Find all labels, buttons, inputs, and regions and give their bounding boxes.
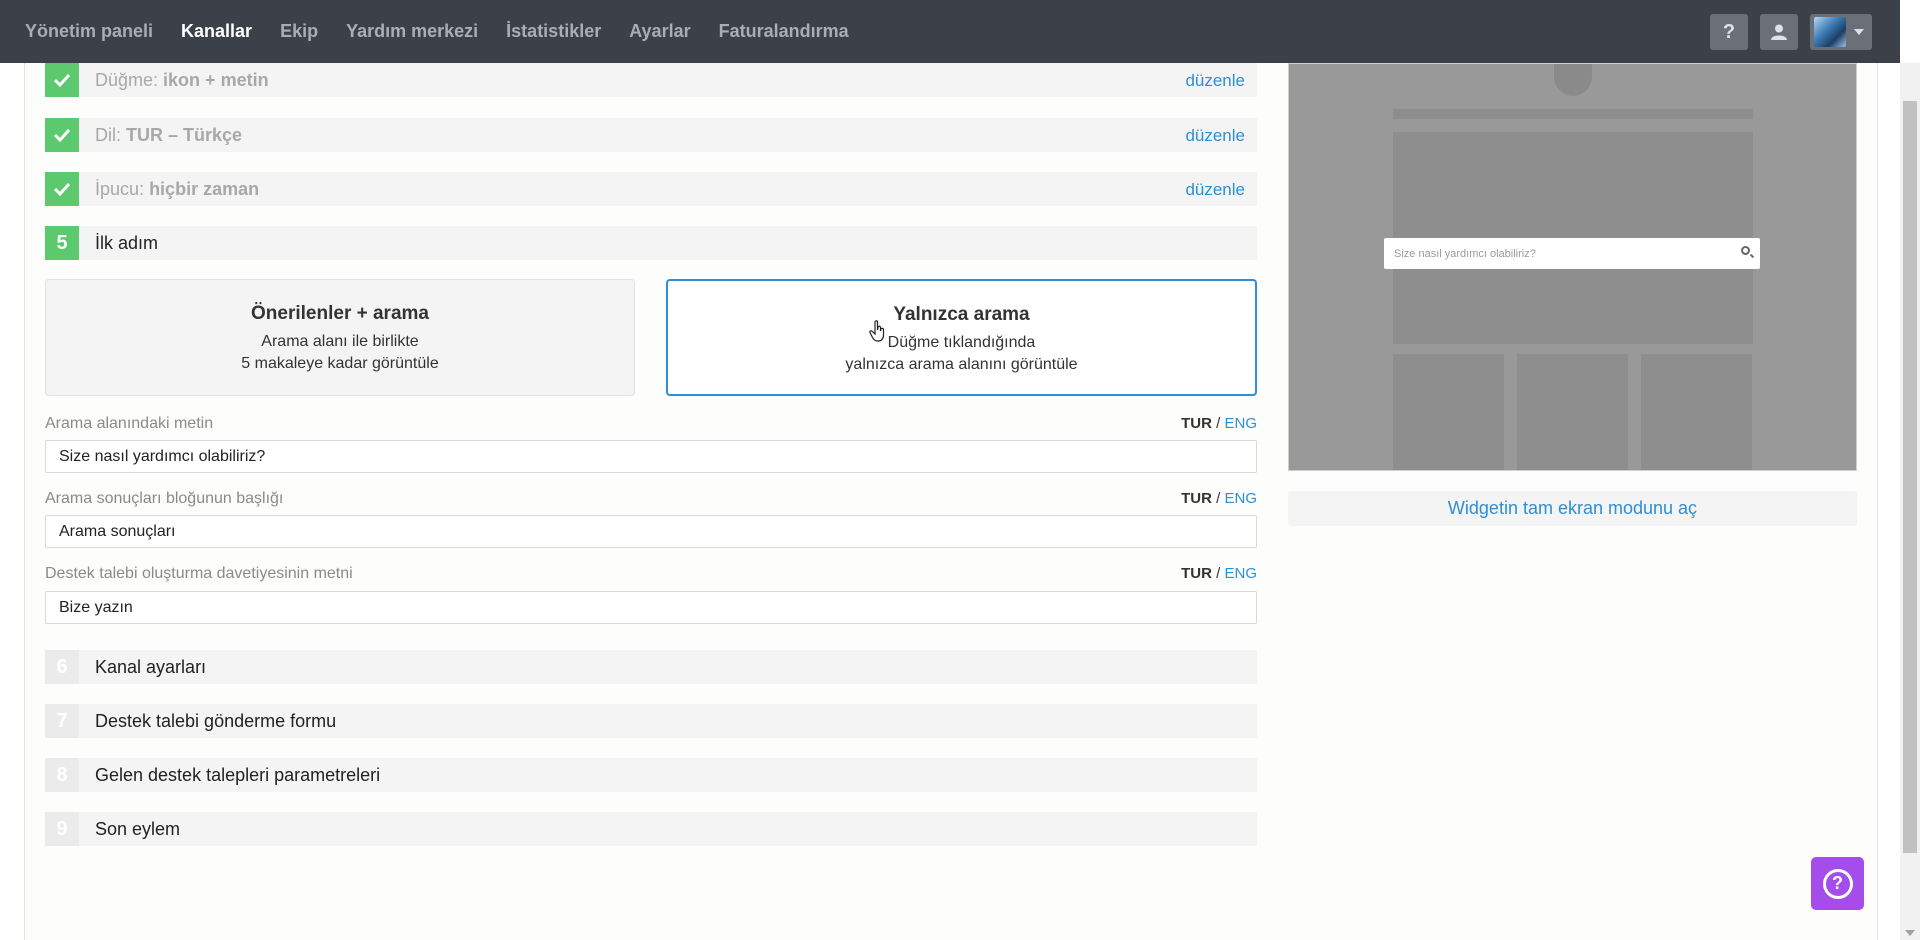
- step-number-badge: 9: [45, 812, 79, 846]
- hand-cursor-icon: [869, 320, 885, 342]
- nav-help-center[interactable]: Yardım merkezi: [346, 21, 478, 42]
- step-language: Dil: TUR – Türkçe düzenle: [45, 118, 1257, 152]
- top-actions: ?: [1710, 14, 1872, 50]
- preview-tile: [1641, 354, 1752, 470]
- results-title-input[interactable]: [45, 515, 1257, 548]
- step-title: Son eylem: [95, 818, 181, 839]
- page-scrollbar[interactable]: [1900, 63, 1920, 940]
- field-label: Arama sonuçları bloğunun başlığı: [45, 490, 284, 507]
- step-button-type: Düğme: ikon + metin düzenle: [45, 63, 1257, 97]
- nav-settings[interactable]: Ayarlar: [629, 21, 690, 42]
- step-done-badge: [45, 118, 79, 152]
- step-summary: Dil: TUR – Türkçe: [95, 124, 243, 145]
- language-switch: TUR / ENG: [1181, 490, 1257, 507]
- check-icon: [53, 182, 71, 196]
- question-icon: ?: [1822, 868, 1853, 899]
- step-title: Gelen destek talepleri parametreleri: [95, 764, 381, 785]
- ticket-invite-text-input[interactable]: [45, 591, 1257, 624]
- nav-team[interactable]: Ekip: [280, 21, 318, 42]
- option-description: Düğme tıklandığında yalnızca arama alanı…: [845, 334, 1078, 373]
- option-suggestions-search[interactable]: Önerilenler + arama Arama alanı ile birl…: [45, 279, 635, 396]
- preview-header-placeholder: [1393, 109, 1753, 119]
- step-number-badge: 6: [45, 650, 79, 684]
- step-number-badge: 5: [45, 226, 79, 260]
- option-description: Arama alanı ile birlikte 5 makaleye kada…: [241, 333, 439, 372]
- edit-link[interactable]: düzenle: [1185, 180, 1245, 200]
- check-icon: [53, 128, 71, 142]
- preview-tile: [1517, 354, 1628, 470]
- user-icon: [1771, 24, 1787, 40]
- preview-tile: [1393, 354, 1504, 470]
- preview-search-box: Size nasıl yardımcı olabiliriz?: [1384, 238, 1760, 269]
- step-number-badge: 7: [45, 704, 79, 738]
- step-channel-settings[interactable]: 6 Kanal ayarları: [45, 650, 1257, 684]
- nav-statistics[interactable]: İstatistikler: [506, 21, 601, 42]
- step-incoming-params[interactable]: 8 Gelen destek talepleri parametreleri: [45, 758, 1257, 792]
- edit-link[interactable]: düzenle: [1185, 71, 1245, 91]
- chevron-down-icon: [1854, 29, 1864, 35]
- step-ticket-form[interactable]: 7 Destek talebi gönderme formu: [45, 704, 1257, 738]
- step-summary: İpucu: hiçbir zaman: [95, 178, 260, 199]
- question-icon: ?: [1722, 20, 1736, 43]
- step-title: İlk adım: [95, 232, 159, 253]
- step-final-action[interactable]: 9 Son eylem: [45, 812, 1257, 846]
- option-title: Yalnızca arama: [893, 304, 1030, 325]
- scrollbar-thumb[interactable]: [1903, 101, 1917, 853]
- top-nav: Yönetim paneli Kanallar Ekip Yardım merk…: [0, 0, 1900, 63]
- option-title: Önerilenler + arama: [251, 303, 429, 324]
- preview-avatar-placeholder: [1554, 64, 1592, 96]
- help-button[interactable]: ?: [1710, 14, 1748, 50]
- search-field-text-input[interactable]: [45, 440, 1257, 473]
- option-search-only[interactable]: Yalnızca arama Düğme tıklandığında yalnı…: [666, 279, 1257, 396]
- step-done-badge: [45, 172, 79, 206]
- profile-button[interactable]: [1760, 14, 1798, 50]
- nav-billing[interactable]: Faturalandırma: [719, 21, 849, 42]
- nav-channels[interactable]: Kanallar: [181, 21, 252, 42]
- field-label: Arama alanındaki metin: [45, 415, 214, 432]
- step-first-step[interactable]: 5 İlk adım: [45, 226, 1257, 260]
- step-title: Kanal ayarları: [95, 656, 207, 677]
- check-icon: [53, 73, 71, 87]
- search-icon: [1741, 246, 1750, 255]
- step-summary: Düğme: ikon + metin: [95, 69, 269, 90]
- edit-link[interactable]: düzenle: [1185, 126, 1245, 146]
- account-menu-button[interactable]: [1810, 14, 1872, 50]
- scroll-down-icon[interactable]: [1905, 930, 1915, 936]
- step-number-badge: 8: [45, 758, 79, 792]
- step-done-badge: [45, 63, 79, 97]
- step-title: Destek talebi gönderme formu: [95, 710, 337, 731]
- help-chat-button[interactable]: ?: [1811, 857, 1864, 910]
- field-label: Destek talebi oluşturma davetiyesinin me…: [45, 565, 353, 582]
- language-switch: TUR / ENG: [1181, 415, 1257, 432]
- open-fullscreen-button[interactable]: Widgetin tam ekran modunu aç: [1288, 491, 1857, 526]
- widget-preview: Size nasıl yardımcı olabiliriz?: [1288, 63, 1857, 471]
- language-switch: TUR / ENG: [1181, 565, 1257, 582]
- step-tooltip: İpucu: hiçbir zaman düzenle: [45, 172, 1257, 206]
- nav-dashboard[interactable]: Yönetim paneli: [25, 21, 153, 42]
- avatar: [1814, 17, 1846, 47]
